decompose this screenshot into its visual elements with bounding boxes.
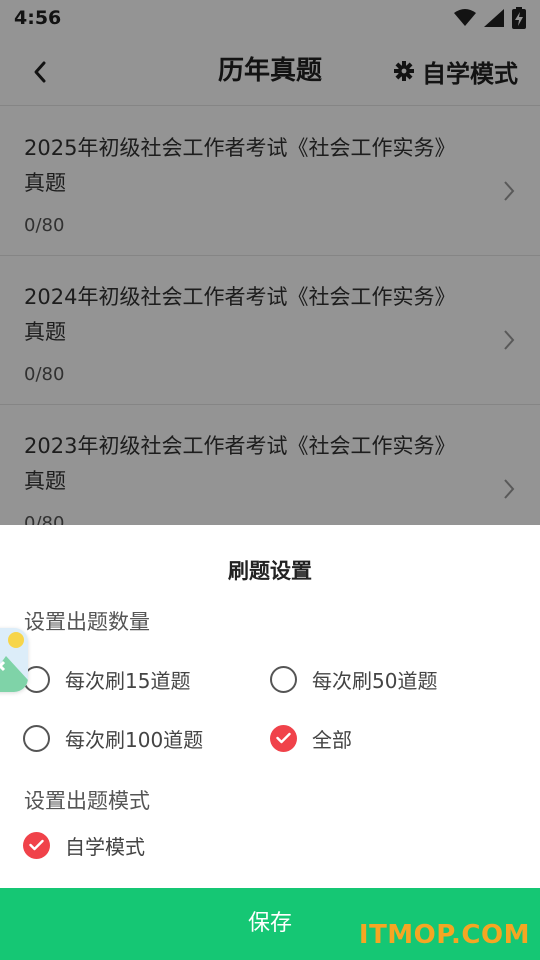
count-option-50[interactable]: 每次刷50道题 (270, 664, 437, 694)
radio-checked-icon (23, 831, 50, 859)
radio-unchecked-icon (270, 665, 297, 693)
count-option-15[interactable]: 每次刷15道题 (23, 664, 190, 694)
checkmark-icon (276, 732, 291, 744)
option-label: 每次刷50道题 (312, 668, 438, 693)
modal-overlay[interactable] (0, 0, 540, 525)
mode-section-label: 设置出题模式 (24, 789, 150, 813)
watermark: ITMOP.COM (358, 920, 530, 950)
floating-image-widget[interactable] (0, 628, 28, 692)
sheet-title: 刷题设置 (228, 559, 312, 583)
count-option-all[interactable]: 全部 (270, 723, 352, 753)
option-label: 每次刷15道题 (65, 668, 191, 693)
radio-checked-icon (270, 724, 297, 752)
count-section-label: 设置出题数量 (24, 610, 150, 634)
checkmark-icon (29, 839, 44, 851)
option-label: 每次刷100道题 (65, 727, 204, 752)
image-icon (0, 628, 28, 692)
mode-option-self-study[interactable]: 自学模式 (23, 830, 145, 860)
count-option-100[interactable]: 每次刷100道题 (23, 723, 203, 753)
option-label: 自学模式 (65, 834, 145, 859)
radio-unchecked-icon (23, 724, 50, 752)
option-label: 全部 (312, 727, 352, 752)
